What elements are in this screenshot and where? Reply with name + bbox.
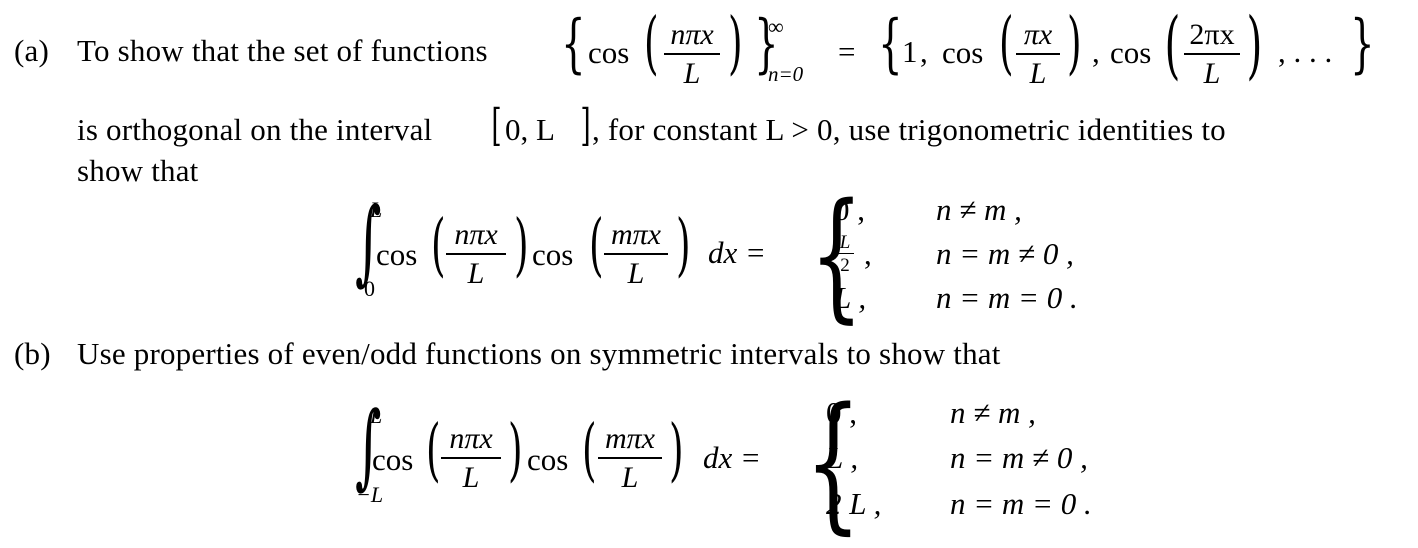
fraction-denominator: 2 [840, 255, 850, 277]
cos2-label: cos [1110, 35, 1152, 70]
fraction-bar [1016, 53, 1060, 55]
equals-sign: = [838, 34, 856, 69]
case-2-condition: n = m ≠ 0 , [950, 440, 1088, 475]
right-paren: ) [513, 206, 529, 285]
case-1-value: 0 , [834, 192, 865, 227]
fraction-denominator: L [683, 56, 701, 90]
open-brace: { [561, 7, 586, 81]
fraction-numerator: nπx [454, 218, 498, 251]
cos-label: cos [527, 442, 569, 477]
part-a-intro: To show that the set of functions [77, 33, 488, 68]
right-paren: ) [1066, 4, 1082, 83]
case-1-condition: n ≠ m , [950, 395, 1036, 430]
case-1-value: 0 , [826, 395, 857, 430]
interval-open-bracket: [ [491, 100, 502, 151]
fraction-bar [1184, 53, 1240, 55]
fraction-bar [441, 457, 501, 459]
right-paren: ) [675, 206, 691, 285]
comma: , [920, 34, 928, 69]
fraction-bar [598, 457, 662, 459]
ellipsis: , . . . [1278, 34, 1333, 69]
fraction-numerator: nπx [670, 18, 714, 51]
left-paren: ( [425, 411, 441, 490]
left-paren: ( [581, 411, 597, 490]
fraction-denominator: L [462, 460, 480, 494]
fraction-npix-over-l: nπx L [446, 220, 506, 289]
case-2-comma: , [864, 236, 872, 271]
fraction-denominator: L [1203, 56, 1221, 90]
fraction-bar [664, 53, 720, 55]
fraction-npix-over-l: nπx L [441, 424, 501, 493]
lower-limit: 0 [364, 276, 375, 301]
comma: , [1092, 34, 1100, 69]
right-paren: ) [1246, 2, 1263, 88]
right-paren: ) [727, 4, 743, 83]
fraction-2pix-over-l: 2πx L [1184, 20, 1240, 89]
case-3-value: L , [834, 280, 867, 315]
fraction-mpix-over-l: mπx L [598, 424, 662, 493]
part-b-text: Use properties of even/odd functions on … [77, 336, 1001, 371]
left-paren: ( [430, 206, 446, 285]
case-3-condition: n = m = 0 . [950, 486, 1092, 521]
upper-limit: L [370, 197, 383, 222]
left-paren: ( [1164, 2, 1181, 88]
set-open-brace: { [878, 7, 903, 81]
upper-limit: L [370, 403, 383, 428]
cos1-label: cos [942, 35, 984, 70]
fraction-numerator: 2πx [1189, 18, 1235, 51]
part-a-line2: is orthogonal on the interval [77, 112, 433, 147]
fraction-numerator: L [839, 232, 851, 253]
right-paren: ) [507, 411, 523, 490]
right-paren: ) [668, 411, 684, 490]
case-2-value-fraction: L 2 [836, 233, 854, 275]
element-one: 1 [902, 34, 918, 69]
fraction-denominator: L [627, 256, 645, 290]
interval-close-bracket: ] [580, 100, 591, 151]
set-close-brace: } [1350, 7, 1375, 81]
left-paren: ( [998, 4, 1014, 83]
cos-label: cos [588, 35, 630, 70]
part-a-line3: show that [77, 153, 199, 188]
case-1-condition: n ≠ m , [936, 192, 1022, 227]
cos-label: cos [372, 442, 414, 477]
fraction-numerator: nπx [449, 422, 493, 455]
lower-limit: −L [356, 482, 384, 507]
case-2-condition: n = m ≠ 0 , [936, 236, 1074, 271]
fraction-mpix-over-l: mπx L [604, 220, 668, 289]
dx-equals: dx = [703, 440, 761, 475]
part-a-line2-rest: , for constant L > 0, use trigonometric … [592, 112, 1226, 147]
part-a-label: (a) [14, 33, 50, 68]
case-3-value: 2 L , [826, 486, 882, 521]
fraction-denominator: L [467, 256, 485, 290]
left-paren: ( [643, 4, 659, 83]
fraction-denominator: L [621, 460, 639, 494]
left-paren: ( [588, 206, 604, 285]
fraction-numerator: mπx [604, 422, 655, 455]
cos-label: cos [376, 237, 418, 272]
fraction-bar [446, 253, 506, 255]
subscript-n-0: n=0 [768, 62, 804, 86]
cos-label: cos [532, 237, 574, 272]
fraction-bar [604, 253, 668, 255]
part-b-label: (b) [14, 336, 51, 371]
fraction-pix-over-l: πx L [1016, 20, 1060, 89]
fraction-numerator: πx [1023, 18, 1053, 51]
interval-content: 0, L [505, 112, 555, 147]
fraction-numerator: mπx [610, 218, 661, 251]
fraction-npix-over-l: nπx L [664, 20, 720, 89]
dx-equals: dx = [708, 235, 766, 270]
case-3-condition: n = m = 0 . [936, 280, 1078, 315]
fraction-denominator: L [1029, 56, 1047, 90]
fraction-bar [836, 253, 854, 255]
superscript-infinity: ∞ [768, 14, 784, 39]
case-2-value: L , [826, 440, 859, 475]
